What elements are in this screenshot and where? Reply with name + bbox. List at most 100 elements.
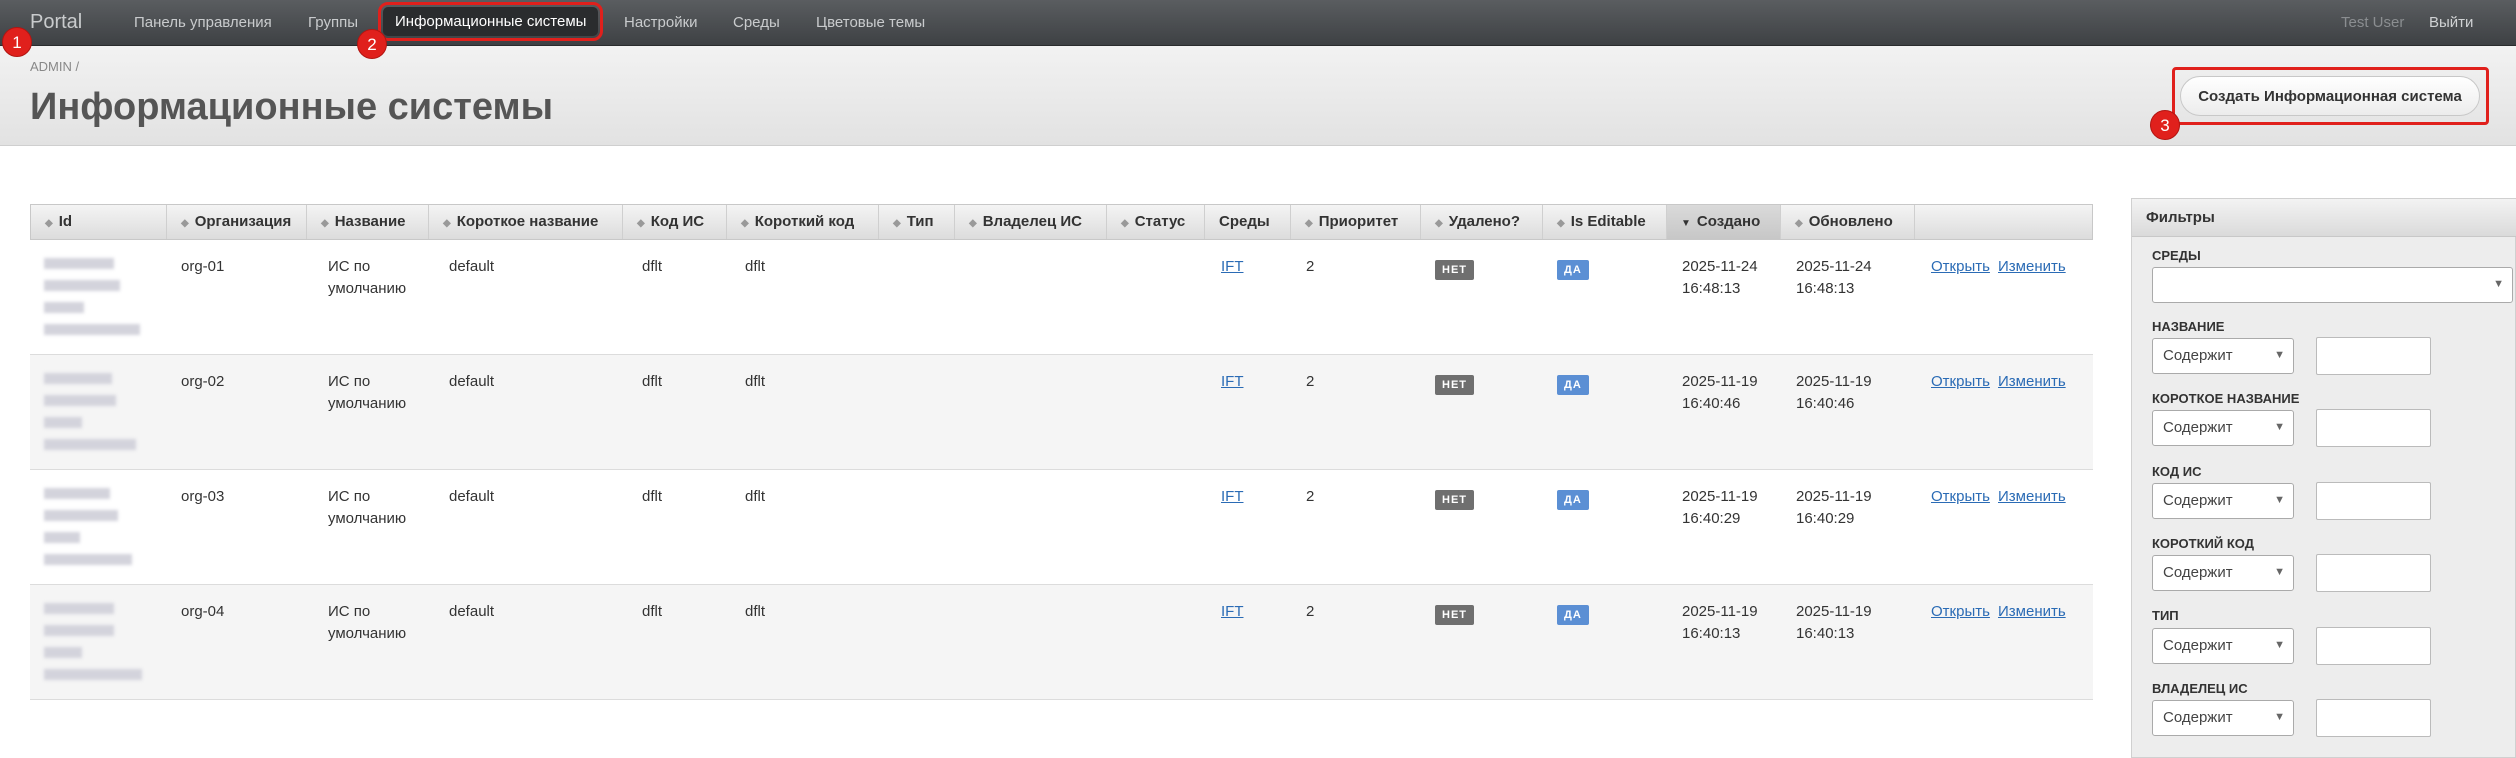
cell-priority: 2 [1306, 258, 1315, 275]
cell-priority: 2 [1306, 488, 1315, 505]
table-row: org-04 ИС по умолчанию default dflt dflt … [30, 585, 2093, 700]
column-header-type[interactable]: ◆ Тип [879, 205, 955, 239]
column-header-short-code[interactable]: ◆ Короткий код [727, 205, 879, 239]
cell-short-name: default [449, 603, 495, 620]
editable-tag: ДА [1557, 373, 1589, 395]
filter-label-owner: Владелец ИС [2152, 681, 2248, 696]
edit-link[interactable]: Изменить [1998, 371, 2066, 393]
annotation-badge-3: 3 [2150, 110, 2180, 140]
chevron-down-icon: ▼ [2274, 421, 2285, 433]
cell-is-code: dflt [642, 258, 663, 275]
deleted-tag: НЕТ [1435, 488, 1474, 510]
column-header-owner[interactable]: ◆ Владелец ИС [955, 205, 1107, 239]
environment-link[interactable]: IFT [1221, 486, 1244, 508]
deleted-tag: НЕТ [1435, 603, 1474, 625]
filter-label-is-code: Код ИС [2152, 464, 2202, 479]
cell-updated: 2025-11-19 16:40:13 [1796, 603, 1872, 642]
cell-name: ИС по умолчанию [328, 373, 407, 412]
column-header-environments: Среды [1205, 205, 1291, 239]
logout-link[interactable]: Выйти [2429, 14, 2473, 31]
open-link[interactable]: Открыть [1931, 256, 1990, 278]
owner-operator-select[interactable]: Содержит ▼ [2152, 700, 2294, 736]
nav-item-dashboard[interactable]: Панель управления [134, 14, 272, 31]
cell-organization: org-01 [181, 258, 225, 275]
environment-link[interactable]: IFT [1221, 601, 1244, 623]
short-code-filter-input[interactable] [2316, 554, 2431, 592]
cell-created: 2025-11-24 16:48:13 [1682, 258, 1758, 297]
environments-select[interactable]: ▼ [2152, 267, 2513, 303]
column-header-is-editable[interactable]: ◆ Is Editable [1543, 205, 1667, 239]
nav-item-color-themes[interactable]: Цветовые темы [816, 14, 925, 31]
chevron-down-icon: ▼ [2274, 349, 2285, 361]
annotation-badge-2: 2 [357, 29, 387, 59]
chevron-down-icon: ▼ [2274, 639, 2285, 651]
brand-logo[interactable]: Portal [30, 11, 82, 34]
open-link[interactable]: Открыть [1931, 601, 1990, 623]
edit-link[interactable]: Изменить [1998, 601, 2066, 623]
name-filter-input[interactable] [2316, 337, 2431, 375]
environment-link[interactable]: IFT [1221, 371, 1244, 393]
cell-created: 2025-11-19 16:40:29 [1682, 488, 1758, 527]
short-name-filter-input[interactable] [2316, 409, 2431, 447]
environment-link[interactable]: IFT [1221, 256, 1244, 278]
chevron-down-icon: ▼ [2274, 711, 2285, 723]
edit-link[interactable]: Изменить [1998, 486, 2066, 508]
breadcrumb[interactable]: ADMIN / [30, 59, 79, 74]
type-filter-input[interactable] [2316, 627, 2431, 665]
filter-label-name: Название [2152, 319, 2225, 334]
column-header-deleted[interactable]: ◆ Удалено? [1421, 205, 1543, 239]
column-header-name[interactable]: ◆ Название [307, 205, 429, 239]
column-header-status[interactable]: ◆ Статус [1107, 205, 1205, 239]
cell-name: ИС по умолчанию [328, 603, 407, 642]
column-header-id[interactable]: ◆ Id [31, 205, 167, 239]
column-header-priority[interactable]: ◆ Приоритет [1291, 205, 1421, 239]
nav-item-groups[interactable]: Группы [308, 14, 358, 31]
table-header: ◆ Id ◆ Организация ◆ Название ◆ Короткое наз… [30, 204, 2093, 240]
cell-updated: 2025-11-19 16:40:46 [1796, 373, 1872, 412]
is-code-filter-input[interactable] [2316, 482, 2431, 520]
owner-filter-input[interactable] [2316, 699, 2431, 737]
cell-updated: 2025-11-24 16:48:13 [1796, 258, 1872, 297]
type-operator-select[interactable]: Содержит ▼ [2152, 628, 2294, 664]
short-code-operator-select[interactable]: Содержит ▼ [2152, 555, 2294, 591]
cell-is-code: dflt [642, 373, 663, 390]
cell-short-name: default [449, 488, 495, 505]
open-link[interactable]: Открыть [1931, 486, 1990, 508]
cell-name: ИС по умолчанию [328, 258, 407, 297]
table-row: org-02 ИС по умолчанию default dflt dflt … [30, 355, 2093, 470]
column-header-short-name[interactable]: ◆ Короткое название [429, 205, 623, 239]
short-name-operator-select[interactable]: Содержит ▼ [2152, 410, 2294, 446]
nav-item-settings[interactable]: Настройки [624, 14, 698, 31]
cell-short-code: dflt [745, 488, 766, 505]
column-header-updated[interactable]: ◆ Обновлено [1781, 205, 1915, 239]
open-link[interactable]: Открыть [1931, 371, 1990, 393]
column-header-organization[interactable]: ◆ Организация [167, 205, 307, 239]
current-user[interactable]: Test User [2341, 14, 2404, 31]
editable-tag: ДА [1557, 603, 1589, 625]
table-row: org-03 ИС по умолчанию default dflt dflt … [30, 470, 2093, 585]
nav-item-environments[interactable]: Среды [733, 14, 780, 31]
cell-organization: org-03 [181, 488, 225, 505]
is-code-operator-select[interactable]: Содержит ▼ [2152, 483, 2294, 519]
filters-panel: Фильтры Среды ▼ Название Содержит ▼ Корот… [2131, 198, 2516, 758]
create-information-system-button[interactable]: Создать Информационная система [2180, 76, 2480, 116]
column-header-created[interactable]: ▼ Создано [1667, 205, 1781, 239]
cell-created: 2025-11-19 16:40:46 [1682, 373, 1758, 412]
deleted-tag: НЕТ [1435, 258, 1474, 280]
annotation-badge-1: 1 [2, 27, 32, 57]
cell-updated: 2025-11-19 16:40:29 [1796, 488, 1872, 527]
filters-title: Фильтры [2132, 199, 2516, 237]
cell-priority: 2 [1306, 603, 1315, 620]
cell-short-code: dflt [745, 603, 766, 620]
chevron-down-icon: ▼ [2274, 494, 2285, 506]
column-header-is-code[interactable]: ◆ Код ИС [623, 205, 727, 239]
page-title: Информационные системы [30, 86, 554, 128]
cell-short-name: default [449, 373, 495, 390]
nav-item-information-systems[interactable]: Информационные системы [377, 2, 604, 41]
cell-is-code: dflt [642, 603, 663, 620]
edit-link[interactable]: Изменить [1998, 256, 2066, 278]
chevron-down-icon: ▼ [2274, 566, 2285, 578]
filter-label-short-code: Короткий код [2152, 536, 2254, 551]
cell-short-code: dflt [745, 373, 766, 390]
name-operator-select[interactable]: Содержит ▼ [2152, 338, 2294, 374]
